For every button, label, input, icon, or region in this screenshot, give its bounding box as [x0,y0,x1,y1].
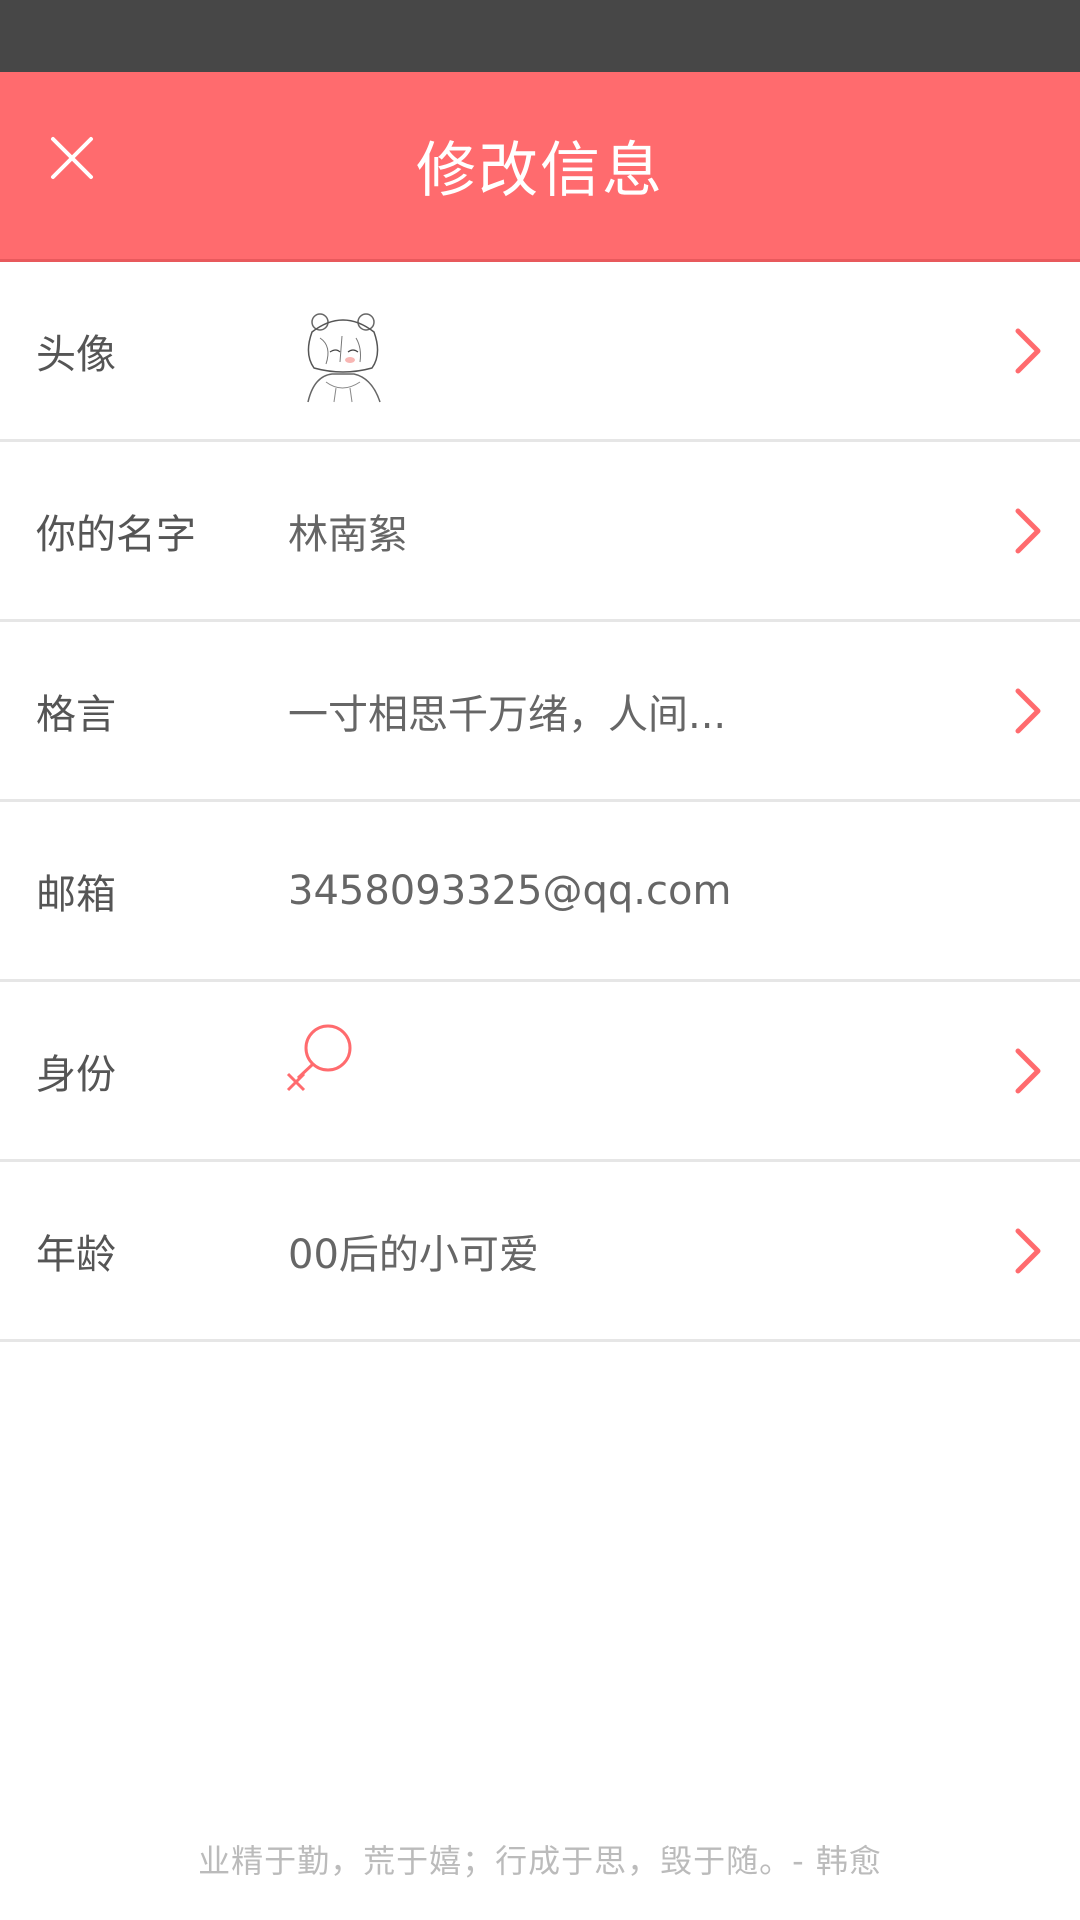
row-email: 邮箱 3458093325@qq.com [0,802,1080,982]
row-motto[interactable]: 格言 一寸相思千万绪，人间... [0,622,1080,802]
row-label: 身份 [36,1051,116,1098]
name-value: 林南絮 [288,511,408,558]
age-value: 00后的小可爱 [288,1231,539,1278]
female-icon [284,1022,354,1092]
row-label: 格言 [36,691,116,738]
chevron-right-icon [1008,982,1048,1159]
status-bar [0,0,1080,72]
email-value: 3458093325@qq.com [288,867,732,914]
row-label: 你的名字 [36,511,196,558]
footer-quote: 业精于勤，荒于嬉；行成于思，毁于随。- 韩愈 [198,1842,882,1880]
row-age[interactable]: 年龄 00后的小可爱 [0,1162,1080,1342]
avatar [290,302,396,408]
row-label: 头像 [36,331,116,378]
chevron-right-icon [1008,262,1048,439]
chevron-right-icon [1008,1162,1048,1339]
motto-value: 一寸相思千万绪，人间... [288,691,727,738]
chevron-right-icon [1008,622,1048,799]
row-identity[interactable]: 身份 [0,982,1080,1162]
row-label: 年龄 [36,1231,116,1278]
page-title: 修改信息 [416,136,664,206]
row-avatar[interactable]: 头像 [0,262,1080,442]
app-bar: 修改信息 [0,72,1080,262]
row-name[interactable]: 你的名字 林南絮 [0,442,1080,622]
chevron-right-icon [1008,442,1048,619]
profile-settings-list: 头像 你的名字 林南絮 格言 一寸相思千万绪，人间... 邮箱 34580933… [0,262,1080,1342]
row-label: 邮箱 [36,871,116,918]
